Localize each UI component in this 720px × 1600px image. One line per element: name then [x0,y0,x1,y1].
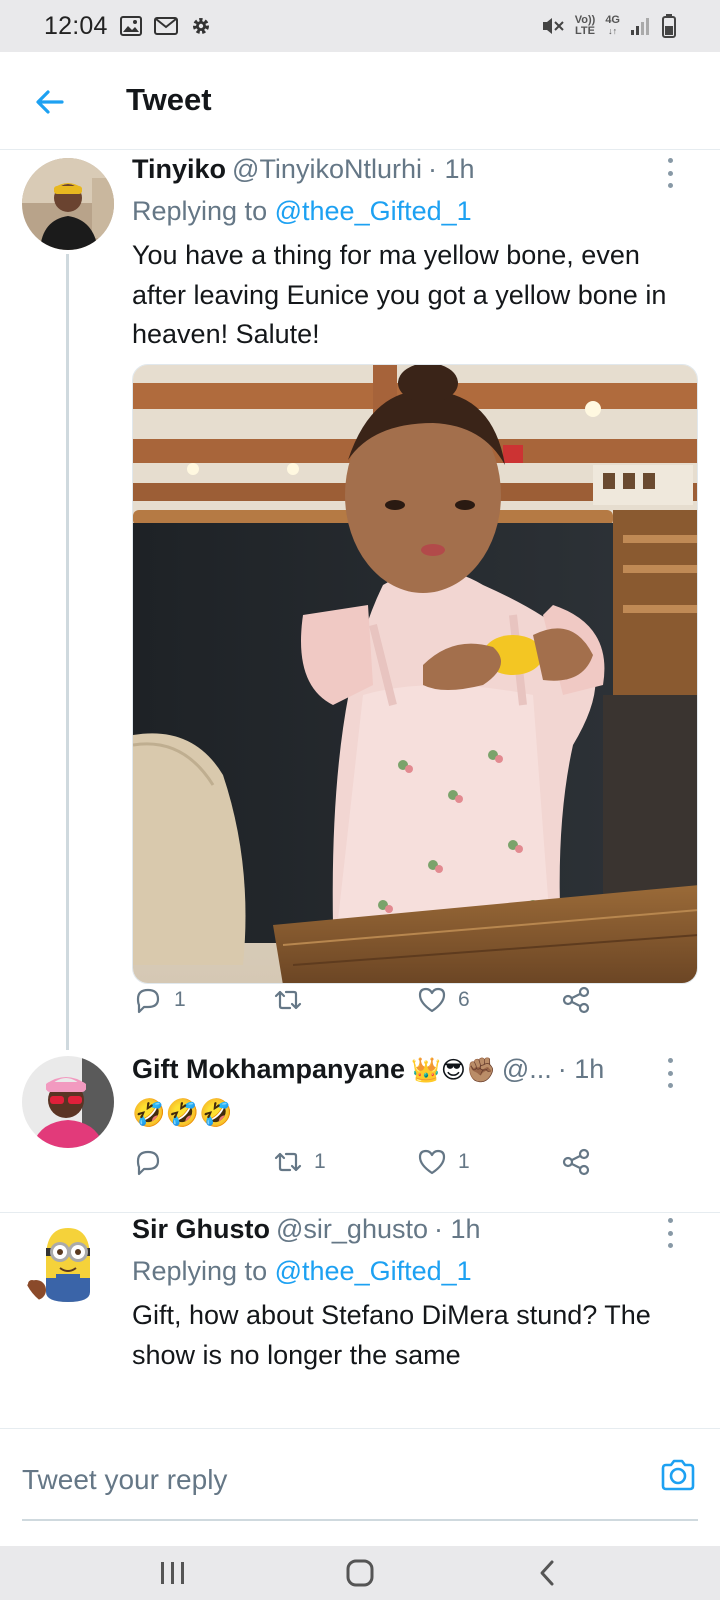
tweet-header: Gift Mokhampanyane 👑😎✊🏽 @... · 1h [132,1054,652,1085]
back-button[interactable] [30,82,70,122]
tweet-photo[interactable] [132,364,698,984]
image-icon [119,16,142,36]
page-title: Tweet [126,82,212,117]
reply-count: 1 [174,988,186,1011]
reply-button[interactable] [132,1142,174,1182]
retweet-count: 1 [314,1150,326,1173]
tweet-text: You have a thing for ma yellow bone, eve… [132,240,667,349]
avatar-sir-ghusto[interactable] [22,1218,114,1310]
nav-back-button[interactable] [517,1551,577,1595]
mention-link[interactable]: @thee_Gifted_1 [275,196,472,226]
divider [0,1212,720,1213]
camera-icon [661,1459,695,1491]
share-button[interactable] [560,980,592,1020]
avatar-gift[interactable] [22,1056,114,1148]
like-count: 1 [458,1150,470,1173]
lte-label: LTE [575,25,595,37]
author-emoji: 👑😎✊🏽 [411,1056,496,1084]
home-icon [346,1559,374,1587]
network-label: 4G [605,14,620,26]
mute-icon [542,18,564,34]
reply-composer [0,1428,720,1546]
recents-button[interactable] [143,1551,203,1595]
more-options-button[interactable] [660,1218,680,1248]
share-icon [562,986,590,1014]
replying-to: Replying to @thee_Gifted_1 [132,196,472,227]
author-name[interactable]: Tinyiko [132,154,226,185]
author-handle[interactable]: @... [502,1054,552,1085]
tweet-actions: 1 6 [132,980,612,1020]
author-handle[interactable]: @sir_ghusto [276,1214,428,1245]
like-button[interactable]: 1 [416,1142,470,1182]
share-button[interactable] [560,1142,592,1182]
retweet-icon [274,990,302,1010]
status-bar: 12:04 Vo)) LTE 4G ↓↑ [0,0,720,52]
tweet-header: Tinyiko @TinyikoNtlurhi · 1h [132,154,475,185]
share-icon [562,1148,590,1176]
tweet-text: 🤣🤣🤣 [132,1098,233,1129]
more-options-button[interactable] [660,158,680,188]
like-count: 6 [458,988,470,1011]
recents-icon [161,1562,185,1584]
retweet-button[interactable]: 1 [272,1142,326,1182]
reply-field[interactable] [22,1441,698,1521]
signal-icon [631,18,649,35]
mention-link[interactable]: @thee_Gifted_1 [275,1256,472,1286]
tweet-header: Sir Ghusto @sir_ghusto · 1h [132,1214,481,1245]
reply-icon [136,988,160,1014]
retweet-button[interactable] [272,980,314,1020]
author-handle[interactable]: @TinyikoNtlurhi [232,154,422,185]
like-button[interactable]: 6 [416,980,470,1020]
reply-button[interactable]: 1 [132,980,186,1020]
gear-icon [192,18,209,34]
avatar-tinyiko[interactable] [22,158,114,250]
heart-icon [418,1149,446,1175]
system-nav-bar [0,1546,720,1600]
replying-prefix: Replying to [132,1256,268,1286]
replying-prefix: Replying to [132,196,268,226]
more-options-button[interactable] [660,1058,680,1088]
home-button[interactable] [330,1551,390,1595]
camera-button[interactable] [658,1455,698,1495]
back-icon [540,1560,554,1586]
reply-input[interactable] [22,1464,602,1496]
replying-to: Replying to @thee_Gifted_1 [132,1256,472,1287]
tweet-time: · 1h [434,1214,481,1244]
top-app-bar: Tweet [0,52,720,150]
retweet-icon [274,1152,302,1172]
thread-line [66,254,69,1050]
arrow-left-icon [36,90,64,114]
tweet-time: · 1h [557,1054,605,1084]
reply-icon [136,1150,160,1176]
battery-icon [662,14,676,38]
tweet-actions: 1 1 [132,1142,612,1182]
author-name[interactable]: Gift Mokhampanyane [132,1054,405,1085]
gmail-icon [153,17,178,35]
status-time: 12:04 [44,11,108,40]
heart-icon [418,987,446,1013]
tweet-time: · 1h [427,154,475,184]
author-name[interactable]: Sir Ghusto [132,1214,270,1245]
tweet-text: Gift, how about Stefano DiMera stund? Th… [132,1300,651,1370]
